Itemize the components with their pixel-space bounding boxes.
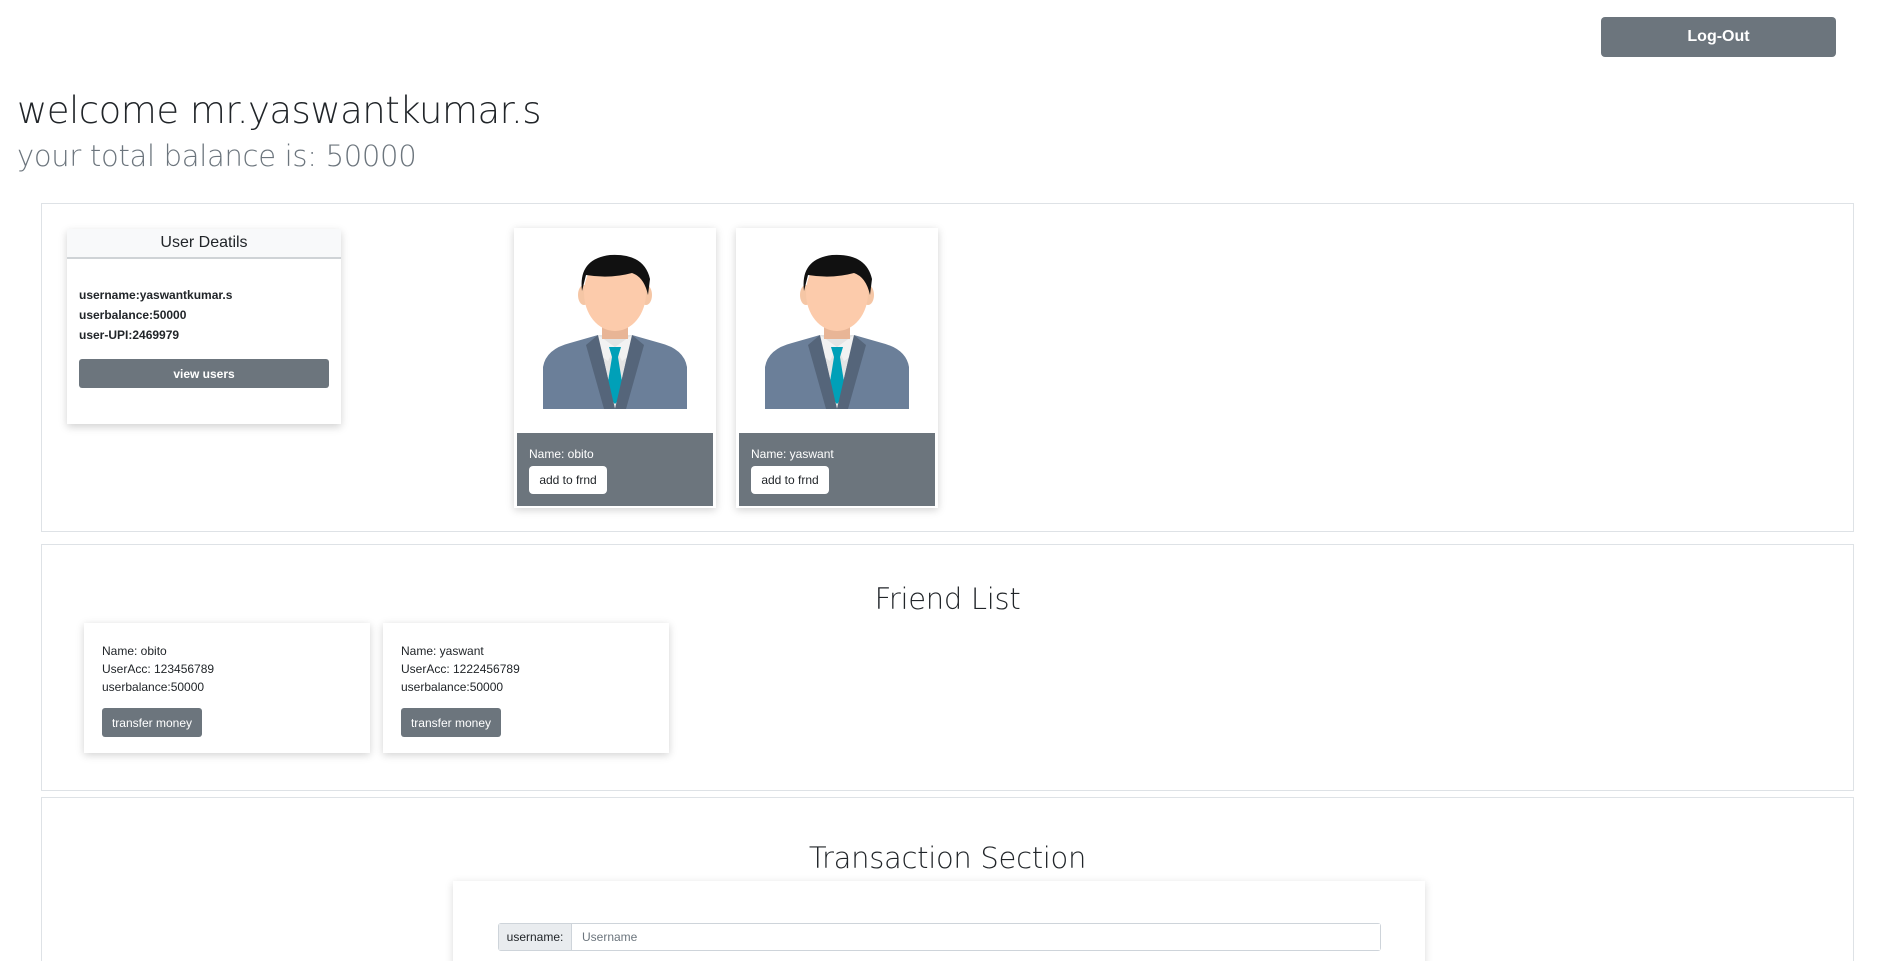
user-details-balance: userbalance:50000 xyxy=(79,308,187,322)
businessman-avatar-icon xyxy=(514,228,716,430)
transfer-money-button[interactable]: transfer money xyxy=(102,708,202,737)
friend-balance: userbalance:50000 xyxy=(401,680,504,694)
view-users-button[interactable]: view users xyxy=(79,359,329,388)
friend-name: Name: yaswant xyxy=(401,644,484,658)
friend-account: UserAcc: 123456789 xyxy=(102,662,215,676)
user-name: Name: yaswant xyxy=(751,447,834,461)
user-details-card: User Deatils username:yaswantkumar.s use… xyxy=(67,229,341,424)
username-input[interactable] xyxy=(572,924,1380,950)
user-name: Name: obito xyxy=(529,447,594,461)
friend-list-title: Friend List xyxy=(874,582,1021,616)
friend-list-section: Friend List Name: obito UserAcc: 1234567… xyxy=(41,544,1854,791)
user-details-upi: user-UPI:2469979 xyxy=(79,328,180,342)
user-card-obito: Name: obito add to frnd xyxy=(514,228,716,508)
friend-account: UserAcc: 1222456789 xyxy=(401,662,520,676)
friend-balance: userbalance:50000 xyxy=(102,680,205,694)
transfer-money-button[interactable]: transfer money xyxy=(401,708,501,737)
friend-card-obito: Name: obito UserAcc: 123456789 userbalan… xyxy=(84,623,370,753)
friend-name: Name: obito xyxy=(102,644,167,658)
businessman-avatar-icon xyxy=(736,228,938,430)
logout-button[interactable]: Log-Out xyxy=(1601,17,1836,57)
username-label: username: xyxy=(499,924,572,950)
friend-card-yaswant: Name: yaswant UserAcc: 1222456789 userba… xyxy=(383,623,669,753)
welcome-heading: welcome mr.yaswantkumar.s xyxy=(17,89,542,132)
user-card-footer: Name: obito add to frnd xyxy=(517,433,713,506)
transaction-title: Transaction Section xyxy=(808,841,1087,875)
users-section: User Deatils username:yaswantkumar.s use… xyxy=(41,203,1854,532)
add-to-friend-button[interactable]: add to frnd xyxy=(751,466,829,494)
user-card-footer: Name: yaswant add to frnd xyxy=(739,433,935,506)
transaction-form-card: username: xyxy=(453,881,1425,961)
user-details-username: username:yaswantkumar.s xyxy=(79,288,233,302)
user-card-yaswant: Name: yaswant add to frnd xyxy=(736,228,938,508)
username-input-group: username: xyxy=(498,923,1381,951)
total-balance-text: your total balance is: 50000 xyxy=(17,139,417,173)
transaction-section: Transaction Section username: xyxy=(41,797,1854,961)
page: Log-Out welcome mr.yaswantkumar.s your t… xyxy=(0,0,1902,961)
user-details-title: User Deatils xyxy=(67,229,341,259)
add-to-friend-button[interactable]: add to frnd xyxy=(529,466,607,494)
